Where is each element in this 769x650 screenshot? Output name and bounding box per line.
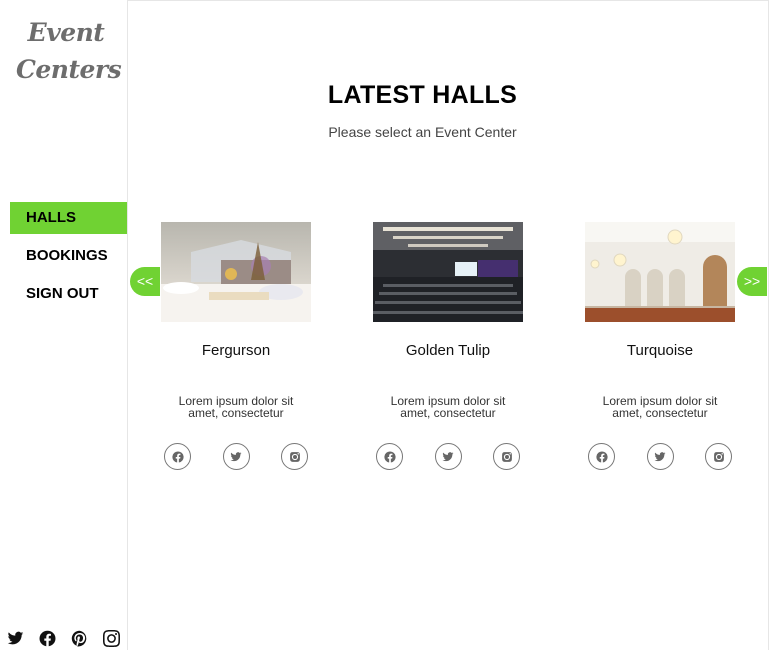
hall-photo[interactable]	[161, 222, 311, 322]
footer-social-links	[6, 627, 126, 649]
twitter-icon[interactable]	[222, 443, 250, 470]
facebook-icon[interactable]	[588, 443, 615, 470]
instagram-icon[interactable]	[281, 443, 308, 470]
twitter-icon[interactable]	[434, 443, 462, 470]
brand-line-2: Centers	[16, 55, 122, 84]
twitter-icon[interactable]	[646, 443, 674, 470]
hall-photo[interactable]	[373, 222, 523, 322]
hall-social-links	[373, 443, 523, 470]
carousel-next-button[interactable]: >>	[737, 267, 767, 296]
hall-name: Fergurson	[201, 342, 271, 359]
facebook-icon[interactable]	[164, 443, 191, 470]
hall-card: Fergurson Lorem ipsum dolor sit amet, co…	[161, 222, 311, 470]
nav-item-bookings[interactable]: BOOKINGS	[10, 240, 127, 272]
nav-item-halls[interactable]: HALLS	[10, 202, 127, 234]
instagram-icon[interactable]	[493, 443, 520, 470]
hall-name: Golden Tulip	[405, 342, 491, 359]
sidebar: Event Centers HALLS BOOKINGS SIGN OUT	[0, 0, 128, 650]
hall-description: Lorem ipsum dolor sit amet, consectetur	[602, 394, 718, 420]
hall-description: Lorem ipsum dolor sit amet, consectetur	[178, 394, 294, 420]
hall-name: Turquoise	[626, 342, 694, 359]
hall-card: Golden Tulip Lorem ipsum dolor sit amet,…	[373, 222, 523, 470]
hall-social-links	[161, 443, 311, 470]
hall-social-links	[585, 443, 735, 470]
instagram-icon[interactable]	[102, 629, 120, 647]
twitter-icon[interactable]	[6, 629, 24, 647]
main-nav: HALLS BOOKINGS SIGN OUT	[10, 202, 127, 316]
instagram-icon[interactable]	[705, 443, 732, 470]
hall-card: Turquoise Lorem ipsum dolor sit amet, co…	[585, 222, 735, 470]
hall-photo[interactable]	[585, 222, 735, 322]
page-title: LATEST HALLS	[327, 81, 518, 109]
hall-description: Lorem ipsum dolor sit amet, consectetur	[390, 394, 506, 420]
brand-line-1: Event	[27, 18, 105, 47]
brand-logo[interactable]: Event Centers	[16, 14, 122, 88]
carousel-prev-button[interactable]: <<	[130, 267, 160, 296]
facebook-icon[interactable]	[38, 629, 56, 647]
page-subtitle: Please select an Event Center	[328, 124, 517, 140]
facebook-icon[interactable]	[376, 443, 403, 470]
pinterest-icon[interactable]	[70, 629, 88, 647]
main-content: LATEST HALLS Please select an Event Cent…	[128, 0, 769, 650]
nav-item-sign-out[interactable]: SIGN OUT	[10, 278, 127, 310]
